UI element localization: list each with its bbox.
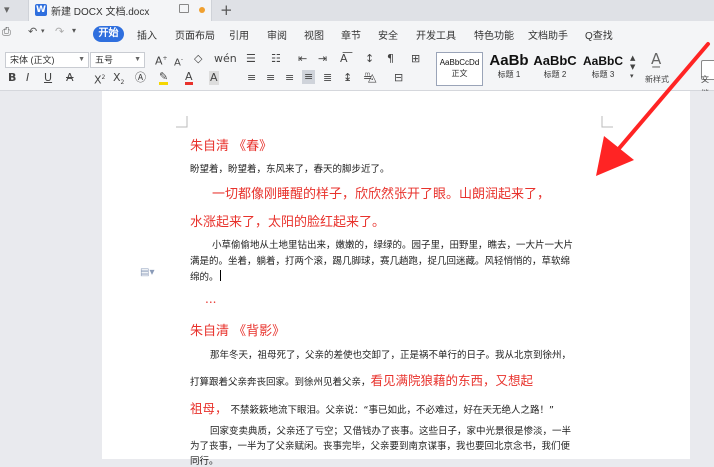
borders-icon[interactable]: ⊞: [411, 52, 420, 66]
paragraph-4-line-3[interactable]: 同行。: [190, 453, 219, 467]
chevron-down-icon: ▼: [78, 56, 85, 63]
strikethrough-button[interactable]: A: [66, 71, 74, 85]
unsaved-dot-icon: [199, 7, 205, 13]
menu-item-chapter[interactable]: 章节: [341, 27, 361, 42]
undo-dropdown-icon[interactable]: ▾: [41, 27, 45, 35]
justify-icon[interactable]: ≡: [302, 70, 316, 84]
menu-item-review[interactable]: 审阅: [267, 27, 287, 42]
style-label: 正文: [451, 69, 468, 78]
shading-icon[interactable]: ◬: [368, 71, 376, 85]
document-tab[interactable]: W 新建 DOCX 文档.docx: [28, 0, 212, 21]
menu-item-references[interactable]: 引用: [229, 27, 249, 42]
text-cursor: [219, 270, 221, 281]
style-normal[interactable]: AaBbCcDd 正文: [436, 52, 483, 86]
customize-quick-icon[interactable]: ▾: [72, 26, 76, 35]
align-left-icon[interactable]: ≡: [247, 71, 256, 85]
numbered-list-icon[interactable]: ☷: [271, 52, 281, 66]
document-tab-title: 新建 DOCX 文档.docx: [51, 7, 150, 18]
menu-item-developer[interactable]: 开发工具: [416, 27, 456, 42]
text-effect-icon[interactable]: Ⓐ: [135, 71, 146, 85]
style-sample: AaBb: [489, 52, 529, 69]
char-shading-icon[interactable]: A: [209, 71, 219, 85]
subscript-button[interactable]: X2: [113, 71, 124, 90]
heading-back-view[interactable]: 朱自清 《背影》: [190, 320, 285, 339]
bullet-list-icon[interactable]: ☰: [246, 52, 256, 66]
red-arrow-annotation: [596, 42, 710, 176]
show-marks-icon[interactable]: ¶: [387, 52, 394, 66]
grow-font-icon[interactable]: A+: [155, 52, 168, 69]
align-center-icon[interactable]: ≡: [266, 71, 275, 85]
menu-item-home-active[interactable]: 开始: [93, 26, 124, 42]
word-doc-icon: W: [35, 4, 47, 16]
shrink-font-icon[interactable]: A-: [174, 53, 183, 70]
new-tab-button[interactable]: +: [220, 0, 233, 20]
font-name-value: 宋体 (正文): [10, 55, 55, 65]
undo-icon[interactable]: ↶: [28, 25, 37, 38]
ellipsis-text[interactable]: ...: [205, 292, 216, 306]
increase-indent-icon[interactable]: ⇥: [318, 52, 327, 66]
highlight-color-icon[interactable]: ✎: [159, 71, 169, 85]
pinyin-icon[interactable]: wén: [214, 52, 237, 66]
font-color-icon[interactable]: A: [185, 71, 193, 85]
paragraph-3-line-2-black: 打算跟着父亲奔丧回家。到徐州见着父亲，: [190, 377, 371, 388]
distributed-icon[interactable]: ≣: [323, 71, 332, 85]
menu-item-doc-assistant[interactable]: 文档助手: [528, 27, 568, 42]
paragraph-2-line-3-text: 绵的。: [190, 272, 219, 283]
font-size-select[interactable]: 五号 ▼: [90, 52, 145, 68]
heading-spring[interactable]: 朱自清 《春》: [190, 135, 272, 154]
underline-button[interactable]: U: [44, 71, 52, 85]
crop-mark-top-left: [176, 116, 188, 128]
paragraph-1[interactable]: 盼望着，盼望着，东风来了，春天的脚步近了。: [190, 161, 390, 175]
style-label: 标题 2: [543, 70, 567, 79]
paragraph-3-line-1[interactable]: 那年冬天，祖母死了，父亲的差使也交卸了，正是祸不单行的日子。我从北京到徐州，: [210, 347, 571, 361]
chevron-down-icon: ▼: [134, 56, 141, 63]
style-label: 标题 1: [497, 70, 521, 79]
paragraph-3-line-2-red: 看见满院狼藉的东西，又想起: [370, 373, 534, 388]
chinese-layout-icon[interactable]: A͞: [340, 52, 348, 66]
redo-icon[interactable]: ↷: [55, 25, 64, 38]
font-size-value: 五号: [95, 55, 114, 65]
paragraph-3-line-3-red: 祖母，: [190, 401, 228, 416]
print-preview-icon[interactable]: ⎙: [2, 25, 11, 39]
style-heading-2[interactable]: AaBbC 标题 2: [533, 52, 577, 86]
paragraph-4-line-1[interactable]: 回家变卖典质，父亲还了亏空；又借钱办了丧事。这些日子，家中光景很是惨淡，一半: [210, 423, 571, 437]
paragraph-2-line-2[interactable]: 满是的。坐着，躺着，打两个滚，踢几脚球，赛几趟跑，捉几回迷藏。风轻悄悄的，草软绵: [190, 253, 570, 267]
clear-format-icon[interactable]: ◇: [194, 52, 202, 66]
paragraph-3-line-2[interactable]: 打算跟着父亲奔丧回家。到徐州见着父亲，看见满院狼藉的东西，又想起: [190, 370, 533, 389]
italic-button[interactable]: I: [26, 71, 29, 85]
monitor-icon[interactable]: [179, 4, 189, 13]
superscript-button[interactable]: X2: [94, 71, 105, 88]
decrease-indent-icon[interactable]: ⇤: [298, 52, 307, 66]
paragraph-4-line-2[interactable]: 为了丧事，一半为了父亲赋闲。丧事完毕，父亲要到南京谋事，我也要回北京念书，我们便: [190, 438, 570, 452]
style-sample: AaBbC: [533, 53, 577, 68]
menu-item-security[interactable]: 安全: [378, 27, 398, 42]
border-grid-icon[interactable]: ⊟: [394, 71, 403, 85]
bold-button[interactable]: B: [8, 71, 16, 85]
sort-icon[interactable]: ↕: [365, 52, 374, 66]
paragraph-2-line-3[interactable]: 绵的。: [190, 269, 221, 283]
red-paragraph-line-1[interactable]: 一切都像刚睡醒的样子，欣欣然张开了眼。山朗润起来了，: [212, 183, 550, 202]
menu-item-page-layout[interactable]: 页面布局: [175, 27, 215, 42]
menu-item-view[interactable]: 视图: [304, 27, 324, 42]
menu-item-features[interactable]: 特色功能: [474, 27, 514, 42]
paragraph-3-line-3[interactable]: 祖母， 不禁簌簌地流下眼泪。父亲说：“事已如此，不必难过，好在天无绝人之路！”: [190, 398, 554, 417]
red-paragraph-line-2[interactable]: 水涨起来了，太阳的脸红起来了。: [190, 211, 385, 230]
line-spacing-icon[interactable]: ↨: [343, 71, 352, 85]
style-sample: AaBbCcDd: [439, 58, 480, 67]
paragraph-handle-icon[interactable]: ▤▾: [140, 267, 154, 278]
app-menu-icon[interactable]: ▾: [4, 3, 10, 17]
paragraph-2-line-1[interactable]: 小草偷偷地从土地里钻出来，嫩嫩的，绿绿的。园子里，田野里，瞧去，一大片一大片: [212, 237, 573, 251]
font-name-select[interactable]: 宋体 (正文) ▼: [5, 52, 89, 68]
menu-item-insert[interactable]: 插入: [137, 27, 157, 42]
style-heading-1[interactable]: AaBb 标题 1: [486, 52, 532, 86]
paragraph-3-line-3-black: 不禁簌簌地流下眼泪。父亲说：“事已如此，不必难过，好在天无绝人之路！”: [230, 405, 554, 416]
title-bar: ▾ W 新建 DOCX 文档.docx +: [0, 0, 714, 21]
align-right-icon[interactable]: ≡: [285, 71, 294, 85]
